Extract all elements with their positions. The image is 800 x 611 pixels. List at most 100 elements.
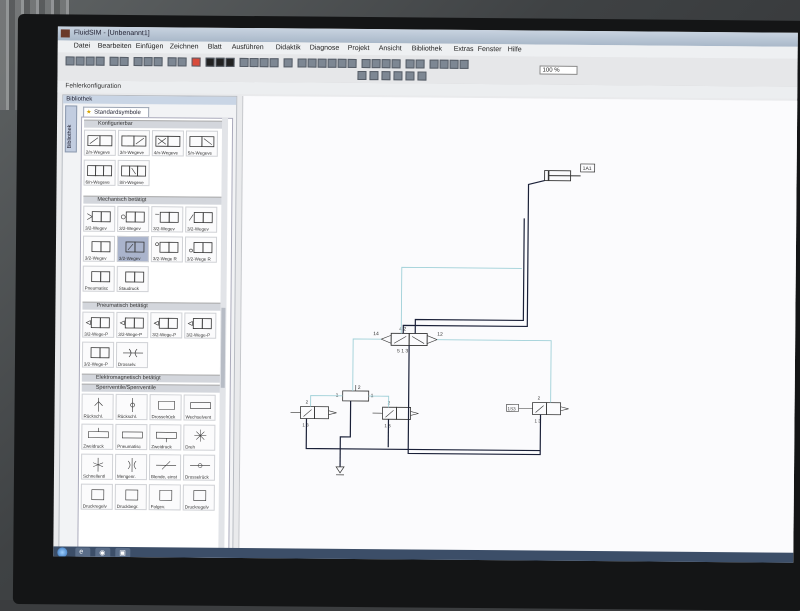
stop-icon[interactable] xyxy=(206,58,215,67)
copy-icon[interactable] xyxy=(144,57,153,66)
menu-ausfuehren[interactable]: Ausführen xyxy=(232,44,264,51)
taskbar-ie[interactable]: e xyxy=(75,548,90,558)
symbol-mech-valve[interactable]: 3/2-Wegev xyxy=(185,206,217,232)
symbol-sequence-valve[interactable]: Folgev. xyxy=(149,484,181,510)
symbol-pressure-regulator[interactable]: Druckregelv xyxy=(81,484,113,510)
new-icon[interactable] xyxy=(66,56,75,65)
tab-fault-config[interactable]: Fehlerkonfiguration xyxy=(65,82,121,89)
start-valve-2[interactable]: 2 1 3 xyxy=(372,400,418,428)
draw-text-icon[interactable] xyxy=(393,71,402,80)
menu-didaktik[interactable]: Didaktik xyxy=(276,44,301,51)
symbol-4n-valve[interactable]: 4/n-Wegeve xyxy=(152,130,184,156)
draw-line-icon[interactable] xyxy=(357,71,366,80)
tab-standardsymbole[interactable]: ★ Standardsymbole xyxy=(83,107,149,118)
mirror-h-icon[interactable] xyxy=(382,59,391,68)
symbol-check-valve[interactable]: Rückschl. xyxy=(81,394,113,420)
save-icon[interactable] xyxy=(86,57,95,66)
redo-icon[interactable] xyxy=(120,57,129,66)
taskbar-app[interactable]: ▣ xyxy=(115,548,130,558)
menu-projekt[interactable]: Projekt xyxy=(348,45,370,52)
rotate-left-icon[interactable] xyxy=(362,59,371,68)
grid-icon[interactable] xyxy=(284,58,293,67)
menu-bibliothek[interactable]: Bibliothek xyxy=(412,45,442,52)
ungroup-icon[interactable] xyxy=(416,59,425,68)
zoom-out-icon[interactable] xyxy=(440,60,449,69)
and-valve[interactable]: 1 1 2 xyxy=(336,385,374,401)
menu-blatt[interactable]: Blatt xyxy=(208,44,222,51)
double-acting-cylinder[interactable]: 1A1 xyxy=(545,164,595,181)
main-5-2-valve[interactable]: 14 12 4 2 5 1 3 xyxy=(373,326,443,355)
symbol-check-valve[interactable]: Rückschl. xyxy=(115,394,147,420)
zoom-window-icon[interactable] xyxy=(460,60,469,69)
menu-einfuegen[interactable]: Einfügen xyxy=(136,43,164,50)
section-mechanisch[interactable]: Mechanisch betätigt xyxy=(83,196,224,205)
symbol-pneu-valve[interactable]: 3/2-Wege-P xyxy=(184,312,216,338)
draw-arc-icon[interactable] xyxy=(405,71,414,80)
align-bottom-icon[interactable] xyxy=(348,59,357,68)
draw-circle-icon[interactable] xyxy=(381,71,390,80)
step-forward-icon[interactable] xyxy=(260,58,269,67)
symbol-mech-valve-selected[interactable]: 3/2-Wegev xyxy=(117,236,149,262)
select-icon[interactable] xyxy=(168,57,177,66)
symbol-throttle-check[interactable]: Drosselrück xyxy=(149,394,181,420)
step-back-icon[interactable] xyxy=(240,58,249,67)
symbol-2n-valve[interactable]: 2/n-Wegeve xyxy=(84,130,116,156)
symbol-pneu-valve[interactable]: 3/2-Wege-P xyxy=(82,342,114,368)
step-icon[interactable] xyxy=(250,58,259,67)
menu-diagnose[interactable]: Diagnose xyxy=(310,45,340,52)
section-pneumatisch[interactable]: Pneumatisch betätigt xyxy=(82,302,223,311)
symbol-pressure-relief[interactable]: Druckbegr. xyxy=(115,484,147,510)
taskbar-chrome[interactable]: ◉ xyxy=(95,548,110,558)
zoom-in-icon[interactable] xyxy=(430,60,439,69)
library-vertical-tab[interactable]: Bibliothek xyxy=(65,105,77,152)
paste-icon[interactable] xyxy=(154,57,163,66)
library-scroll-thumb[interactable] xyxy=(221,308,226,388)
section-sperrventile[interactable]: Sperrventile/Sperrventile xyxy=(82,384,223,393)
zoom-select[interactable]: 100 % xyxy=(539,66,577,75)
section-konfigurierbar[interactable]: Konfigurierbar xyxy=(84,120,225,129)
menu-hilfe[interactable]: Hilfe xyxy=(508,46,522,53)
skip-end-icon[interactable] xyxy=(270,58,279,67)
align-center-icon[interactable] xyxy=(308,59,317,68)
circuit-canvas[interactable]: 1A1 14 12 4 2 5 1 3 xyxy=(238,96,798,553)
symbol-quick-exhaust[interactable]: Schnellentl xyxy=(81,454,113,480)
symbol-shuttle-valve[interactable]: Wechselvent xyxy=(183,394,215,420)
symbol-pneumatic-sensor[interactable]: Pneumatisc xyxy=(83,266,115,292)
symbol-mech-valve[interactable]: 3/2-Wegev xyxy=(151,206,183,232)
symbol-back-pressure[interactable]: Staudruck xyxy=(117,266,149,292)
align-right-icon[interactable] xyxy=(318,59,327,68)
menu-bearbeiten[interactable]: Bearbeiten xyxy=(98,43,132,50)
draw-rect-icon[interactable] xyxy=(369,71,378,80)
rotate-right-icon[interactable] xyxy=(372,59,381,68)
symbol-pneu-valve[interactable]: 3/2-Wege-P xyxy=(82,312,114,338)
symbol-mech-valve-roller[interactable]: 3/2-Wege R xyxy=(151,236,183,262)
group-icon[interactable] xyxy=(406,59,415,68)
symbol-5n-valve[interactable]: 5/n-Wegeve xyxy=(186,130,218,156)
symbol-flow-control[interactable]: Mengenr. xyxy=(115,454,147,480)
symbol-3n-valve[interactable]: 3/n-Wegeve xyxy=(118,130,150,156)
align-middle-icon[interactable] xyxy=(338,59,347,68)
symbol-pneu-valve[interactable]: 3/2-Wege-P xyxy=(150,312,182,338)
menu-ansicht[interactable]: Ansicht xyxy=(379,45,402,52)
menu-extras[interactable]: Extras xyxy=(454,46,474,53)
start-button[interactable] xyxy=(57,547,67,557)
print-icon[interactable] xyxy=(96,57,105,66)
undo-icon[interactable] xyxy=(110,57,119,66)
open-icon[interactable] xyxy=(76,57,85,66)
symbol-dual-pressure[interactable]: Zweidruck xyxy=(81,424,113,450)
play-icon[interactable] xyxy=(216,58,225,67)
symbol-mech-valve[interactable]: 3/2-Wegev xyxy=(83,206,115,232)
symbol-orifice[interactable]: Blende, einst xyxy=(149,454,181,480)
align-top-icon[interactable] xyxy=(328,59,337,68)
symbol-pneu-valve[interactable]: 3/2-Wege-P xyxy=(116,312,148,338)
symbol-6n-valve[interactable]: 6/n-Wegeve xyxy=(84,160,116,186)
mirror-v-icon[interactable] xyxy=(392,59,401,68)
start-valve-1[interactable]: 2 1 3 xyxy=(290,399,336,427)
section-elektromagnetisch[interactable]: Elektromagnetisch betätigt xyxy=(82,374,223,383)
measure-icon[interactable] xyxy=(417,71,426,80)
cut-icon[interactable] xyxy=(134,57,143,66)
symbol-rotary[interactable]: Dreh xyxy=(183,424,215,450)
align-icon[interactable] xyxy=(178,57,187,66)
align-left-icon[interactable] xyxy=(298,58,307,67)
symbol-throttle-check[interactable]: Drosselrück xyxy=(183,454,215,480)
